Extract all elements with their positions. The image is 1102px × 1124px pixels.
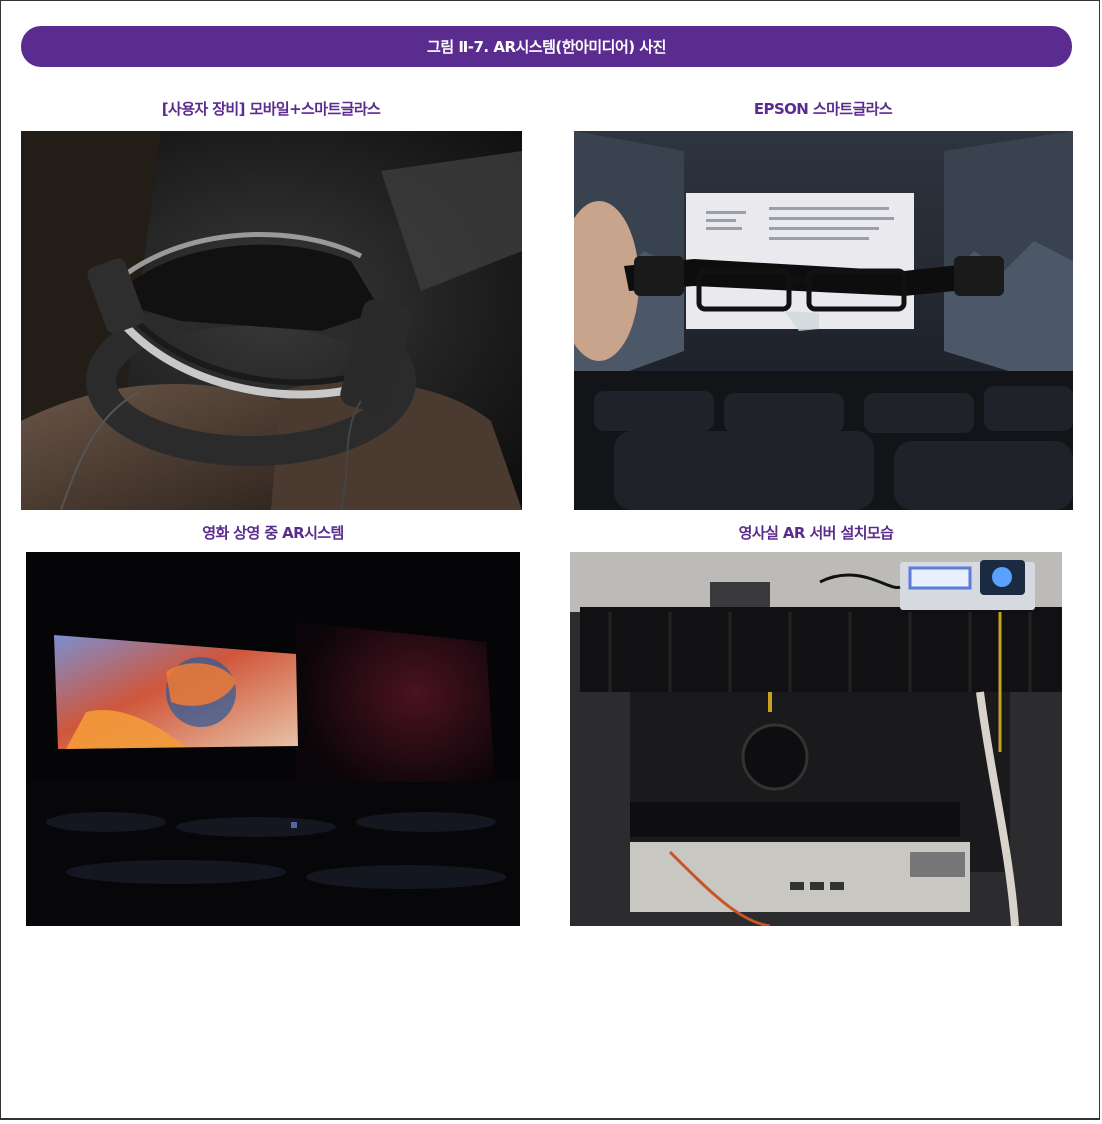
photo-caption-3: 영화 상영 중 AR시스템 bbox=[202, 524, 344, 542]
photo-ar-server-image bbox=[570, 552, 1062, 926]
photo-ar-server bbox=[570, 552, 1062, 926]
photo-epson-glasses bbox=[574, 131, 1073, 510]
document-frame: 그림 Ⅱ-7. AR시스템(한아미디어) 사진 [사용자 장비] 모바일+스마트… bbox=[0, 0, 1100, 1120]
photo-screening-image bbox=[26, 552, 520, 926]
photo-user-equipment-image bbox=[21, 131, 522, 510]
photo-screening bbox=[26, 552, 520, 926]
photo-caption-4: 영사실 AR 서버 설치모습 bbox=[738, 524, 894, 542]
figure-title: 그림 Ⅱ-7. AR시스템(한아미디어) 사진 bbox=[427, 38, 666, 56]
photo-epson-glasses-image bbox=[574, 131, 1073, 510]
photo-user-equipment bbox=[21, 131, 522, 510]
photo-caption-1: [사용자 장비] 모바일+스마트글라스 bbox=[161, 100, 381, 118]
photo-caption-2: EPSON 스마트글라스 bbox=[753, 100, 893, 118]
figure-title-bar: 그림 Ⅱ-7. AR시스템(한아미디어) 사진 bbox=[21, 26, 1072, 67]
